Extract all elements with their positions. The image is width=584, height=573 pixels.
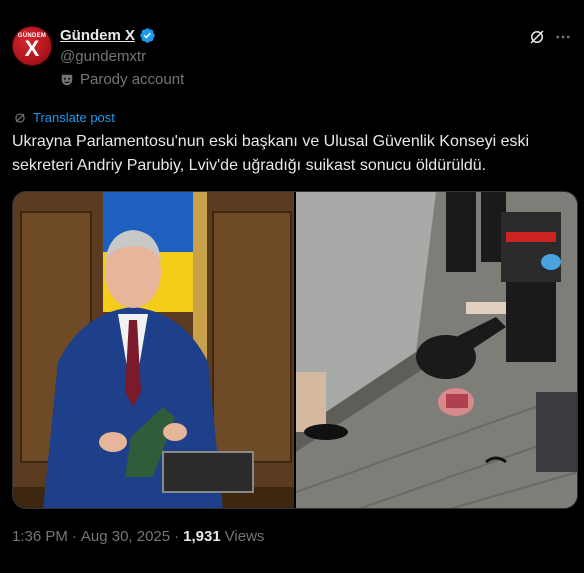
footer-separator: · [71,528,77,545]
photo-right[interactable] [296,192,577,508]
views-label: Views [224,528,265,545]
tweet-footer: 1:36 PM · Aug 30, 2025 · 1,931 Views [12,528,264,545]
parody-mask-icon [61,74,73,85]
avatar-letter: X [24,36,40,61]
grok-icon[interactable] [528,28,546,46]
author-name-row: Gündem X [60,27,156,44]
tweet-header: GÜNDEM X Gündem X @gundemxtr Parody acco… [12,26,572,96]
tweet-date[interactable]: Aug 30, 2025 [81,528,170,545]
photo-left[interactable] [13,192,294,508]
avatar[interactable]: GÜNDEM X [12,26,52,66]
views-count: 1,931 [183,528,221,545]
parody-label-row: Parody account [60,71,184,88]
author-handle[interactable]: @gundemxtr [60,48,146,65]
translate-post-link[interactable]: Translate post [13,110,115,125]
media-grid [12,191,578,509]
author-name[interactable]: Gündem X [60,27,135,44]
tweet-text: Ukrayna Parlamentosu'nun eski başkanı ve… [12,133,530,174]
translate-post-label: Translate post [33,110,115,125]
tweet-time[interactable]: 1:36 PM [12,528,68,545]
more-options-icon[interactable] [554,28,572,46]
translate-icon [15,112,25,123]
photo-right-illustration [296,192,577,508]
footer-separator: · [174,528,180,545]
photo-left-illustration [13,192,294,508]
verified-badge-icon [140,28,155,43]
parody-label: Parody account [80,71,185,88]
